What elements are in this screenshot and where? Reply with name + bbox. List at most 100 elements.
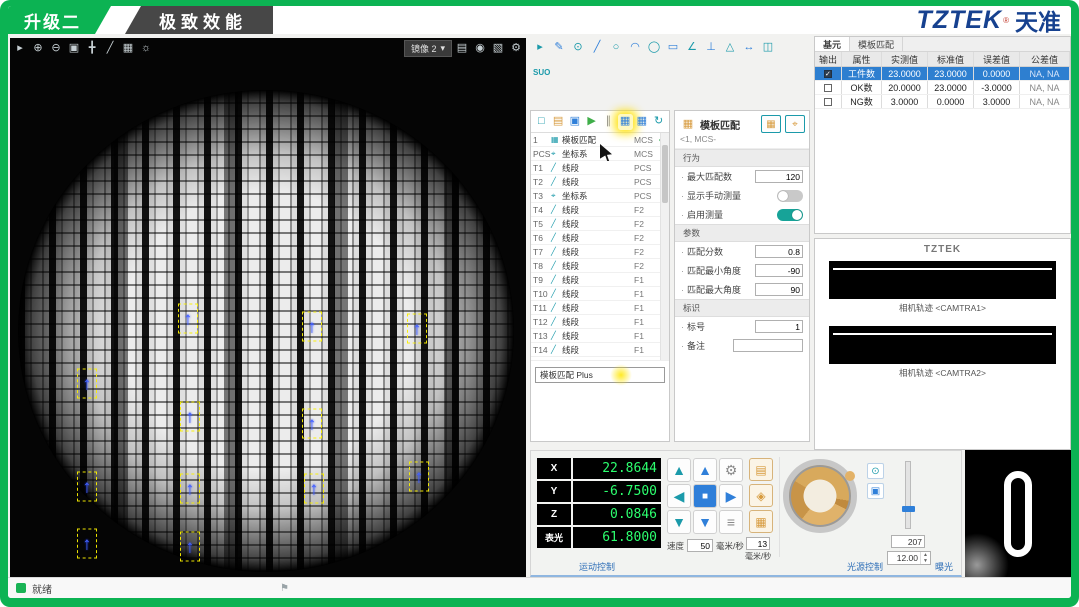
snapshot-icon[interactable]: ◉: [472, 40, 488, 56]
angle-icon[interactable]: ∠: [684, 39, 700, 55]
pen-icon[interactable]: ✎: [551, 39, 567, 55]
calc-icon[interactable]: ▦: [635, 114, 650, 130]
measure-list-row[interactable]: T10╱线段F1: [531, 287, 669, 301]
overlay-icon[interactable]: ▧: [490, 40, 506, 56]
measure-list-row[interactable]: T14╱线段F1: [531, 343, 669, 357]
camera-toolbar-left: ▸⊕⊖▣╋╱▦☼: [12, 40, 154, 56]
measure-list-row[interactable]: T3⌖坐标系PCS: [531, 189, 669, 203]
ellipse-icon[interactable]: ◯: [646, 39, 662, 55]
layers-icon[interactable]: ▤: [454, 40, 470, 56]
mirror-dropdown[interactable]: 镜像 2 ▾: [404, 40, 452, 57]
pan-icon[interactable]: ╋: [84, 40, 100, 56]
measure-list-scrollbar[interactable]: [660, 133, 669, 360]
triangle-icon[interactable]: △: [722, 39, 738, 55]
score-input[interactable]: [755, 245, 803, 258]
output-checkbox[interactable]: [824, 70, 832, 78]
camera-viewport[interactable]: ▸⊕⊖▣╋╱▦☼ 镜像 2 ▾ ▤◉▧⚙ ↑↑↑↑↑↑↑↑↑↑↑↑: [10, 38, 526, 577]
rect-icon[interactable]: ▭: [665, 39, 681, 55]
grid-glow-icon[interactable]: ▦: [618, 114, 633, 130]
wafer-annotation: ↑: [180, 532, 200, 562]
header: 升级二 极致效能 TZTEK ® 天准: [8, 6, 1071, 34]
new-icon[interactable]: □: [534, 114, 549, 130]
spinner-arrows-icon[interactable]: ▲▼: [920, 552, 930, 564]
result-row[interactable]: NG数3.00000.00003.0000NA, NA: [815, 95, 1070, 109]
point-icon[interactable]: ⊙: [570, 39, 586, 55]
exposure-spinner[interactable]: 12.00 ▲▼: [887, 551, 931, 565]
line-icon[interactable]: ╱: [589, 39, 605, 55]
wafer-annotation: ↑: [178, 304, 198, 334]
note-input[interactable]: [733, 339, 803, 352]
wafer-annotation: ↑: [302, 312, 322, 342]
properties-title: 模板匹配: [700, 117, 757, 132]
measure-list-row[interactable]: T13╱线段F1: [531, 329, 669, 343]
max-angle-input[interactable]: [755, 283, 803, 296]
brightness-slider-thumb[interactable]: [902, 506, 915, 512]
jog-stop-icon[interactable]: ■: [693, 484, 717, 508]
jog-down-icon[interactable]: ▼: [693, 510, 717, 534]
jog-mode-1-icon[interactable]: ▤: [749, 458, 773, 481]
jog-left-icon[interactable]: ◀: [667, 484, 691, 508]
measure-list-row[interactable]: T6╱线段F2: [531, 231, 669, 245]
output-checkbox[interactable]: [824, 84, 832, 92]
perp-icon[interactable]: ⊥: [703, 39, 719, 55]
distance-icon[interactable]: ↔: [741, 39, 757, 55]
arc-icon[interactable]: ◠: [627, 39, 643, 55]
measure-list-row[interactable]: T12╱线段F1: [531, 315, 669, 329]
jog-up-fast-icon[interactable]: ▲: [667, 458, 691, 482]
zoom-in-icon[interactable]: ⊕: [30, 40, 46, 56]
match-target-button[interactable]: ⌖: [785, 115, 805, 133]
pointer-icon[interactable]: ▸: [12, 40, 28, 56]
min-angle-input[interactable]: [755, 264, 803, 277]
jog-settings-icon[interactable]: ⚙: [719, 458, 743, 482]
refresh-icon[interactable]: ↻: [651, 114, 666, 130]
brightness-slider[interactable]: [905, 461, 911, 529]
enable-measure-toggle[interactable]: [777, 209, 803, 221]
measure-list-row[interactable]: T11╱线段F1: [531, 301, 669, 315]
light-icon[interactable]: ☼: [138, 40, 154, 56]
jog-mode-2-icon[interactable]: ◈: [749, 484, 773, 507]
light-ring-icon[interactable]: ⊙: [867, 463, 884, 479]
slot-preview-camera: [965, 450, 1071, 577]
save-icon[interactable]: ▣: [568, 114, 583, 130]
results-tabs: 基元 模板匹配: [815, 37, 1070, 52]
measure-list-row[interactable]: T5╱线段F2: [531, 217, 669, 231]
tab-template-match[interactable]: 模板匹配: [850, 37, 903, 51]
select-icon[interactable]: ▸: [532, 39, 548, 55]
fit-icon[interactable]: ▣: [66, 40, 82, 56]
measure-list-row[interactable]: T1╱线段PCS: [531, 161, 669, 175]
measure-list-row[interactable]: T9╱线段F1: [531, 273, 669, 287]
zoom-out-icon[interactable]: ⊖: [48, 40, 64, 56]
grid-icon[interactable]: ▦: [120, 40, 136, 56]
measure-list-row[interactable]: T2╱线段PCS: [531, 175, 669, 189]
open-icon[interactable]: ▤: [551, 114, 566, 130]
jog-up-icon[interactable]: ▲: [693, 458, 717, 482]
play-icon[interactable]: ▶: [584, 114, 599, 130]
jog-mode-3-icon[interactable]: ▦: [749, 510, 773, 533]
measure-list-row[interactable]: T8╱线段F2: [531, 259, 669, 273]
pause-icon[interactable]: ∥: [601, 114, 616, 130]
result-row[interactable]: 工件数23.000023.00000.0000NA, NA: [815, 67, 1070, 81]
speed-input[interactable]: [687, 539, 713, 552]
measure-list-row[interactable]: T4╱线段F2: [531, 203, 669, 217]
step-speed-input[interactable]: [746, 537, 770, 550]
camera-trace-1: [829, 261, 1056, 299]
jog-sliders-icon[interactable]: ≡: [719, 510, 743, 534]
measure-list-row[interactable]: T7╱线段F2: [531, 245, 669, 259]
settings-icon[interactable]: ⚙: [508, 40, 524, 56]
jog-right-icon[interactable]: ▶: [719, 484, 743, 508]
match-settings-button[interactable]: ▦: [761, 115, 781, 133]
jog-down-fast-icon[interactable]: ▼: [667, 510, 691, 534]
tag-input[interactable]: [755, 320, 803, 333]
tab-primitive[interactable]: 基元: [815, 37, 850, 51]
ring-light-wheel[interactable]: [783, 459, 857, 533]
measure-icon[interactable]: ╱: [102, 40, 118, 56]
output-checkbox[interactable]: [824, 98, 832, 106]
show-manual-toggle[interactable]: [777, 190, 803, 202]
circle-icon[interactable]: ○: [608, 39, 624, 55]
scrollbar-thumb[interactable]: [662, 145, 668, 203]
light-coax-icon[interactable]: ▣: [867, 483, 884, 499]
measure-footer-input[interactable]: 模板匹配 Plus: [535, 367, 665, 383]
result-row[interactable]: OK数20.000023.0000-3.0000NA, NA: [815, 81, 1070, 95]
max-match-input[interactable]: [755, 170, 803, 183]
caliper-icon[interactable]: ◫: [760, 39, 776, 55]
